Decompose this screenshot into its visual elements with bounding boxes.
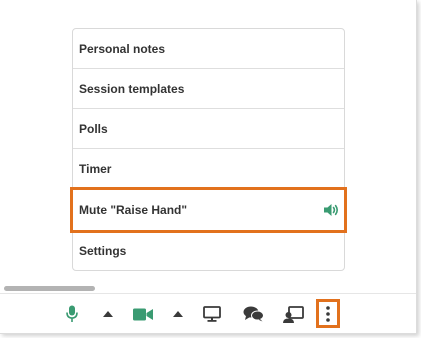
- caret-up-icon: [173, 311, 183, 317]
- menu-item-session-templates[interactable]: Session templates: [73, 69, 344, 109]
- menu-item-label: Personal notes: [79, 41, 166, 56]
- monitor-icon: [203, 306, 221, 322]
- horizontal-scrollbar[interactable]: [4, 286, 95, 291]
- more-options-icon: [326, 305, 330, 322]
- menu-item-label: Polls: [79, 121, 108, 136]
- speaker-icon: [324, 204, 338, 216]
- toolbar-divider: [0, 293, 416, 294]
- menu-item-personal-notes[interactable]: Personal notes: [73, 29, 344, 69]
- more-options-menu: Personal notes Session templates Polls T…: [70, 28, 347, 271]
- video-options-button[interactable]: [171, 303, 185, 325]
- menu-item-label: Mute "Raise Hand": [79, 203, 188, 217]
- app-window: Personal notes Session templates Polls T…: [0, 0, 417, 334]
- menu-item-label: Timer: [79, 161, 112, 176]
- video-camera-icon: [133, 308, 153, 320]
- bottom-toolbar: [0, 295, 416, 333]
- menu-item-polls[interactable]: Polls: [73, 109, 344, 149]
- microphone-button[interactable]: [64, 303, 80, 325]
- chat-button[interactable]: [242, 303, 264, 325]
- menu-item-settings[interactable]: Settings: [73, 231, 344, 271]
- menu-item-label: Session templates: [79, 81, 185, 96]
- share-screen-button[interactable]: [282, 303, 304, 325]
- menu-item-label: Settings: [79, 244, 127, 258]
- screen-share-person-icon: [282, 305, 304, 323]
- presentation-button[interactable]: [202, 303, 222, 325]
- camera-button[interactable]: [132, 303, 154, 325]
- audio-options-button[interactable]: [101, 303, 115, 325]
- menu-item-timer[interactable]: Timer: [73, 149, 344, 189]
- more-options-button[interactable]: [316, 299, 340, 328]
- menu-item-mute-raise-hand[interactable]: Mute "Raise Hand": [70, 187, 347, 233]
- caret-up-icon: [103, 311, 113, 317]
- chat-bubbles-icon: [243, 306, 264, 322]
- microphone-icon: [66, 305, 78, 322]
